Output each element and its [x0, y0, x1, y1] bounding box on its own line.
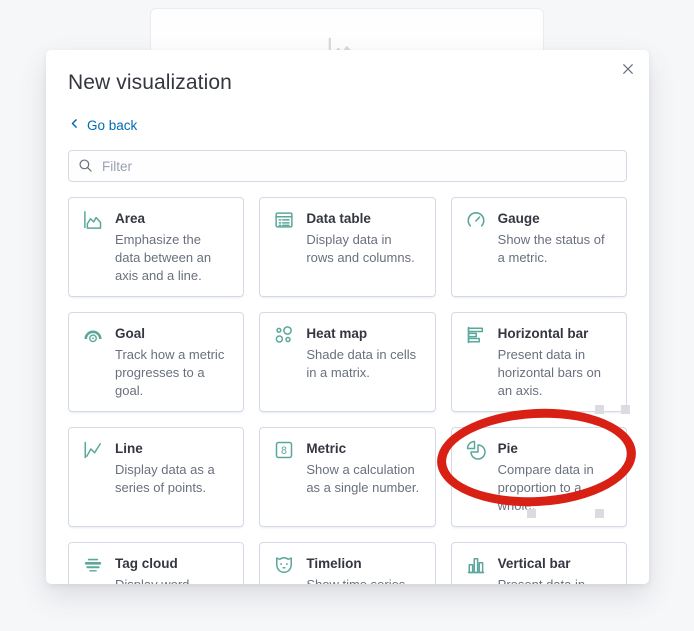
go-back-link[interactable]: Go back	[68, 117, 137, 133]
card-title: Vertical bar	[497, 556, 571, 571]
vis-card-metric[interactable]: 8 Metric Show a calculation as a single …	[259, 427, 436, 527]
pie-icon	[466, 440, 486, 460]
card-title: Data table	[306, 211, 371, 226]
card-description: Display word frequency with font size.	[115, 576, 229, 584]
vis-card-line[interactable]: Line Display data as a series of points.	[68, 427, 245, 527]
gauge-icon	[466, 210, 486, 230]
card-title: Gauge	[497, 211, 540, 226]
vis-card-horizontal-bar[interactable]: Horizontal bar Present data in horizonta…	[450, 312, 627, 412]
card-title: Horizontal bar	[497, 326, 589, 341]
card-title: Tag cloud	[115, 556, 178, 571]
card-description: Present data in vertical bars on an axis…	[498, 576, 612, 584]
data-table-icon	[274, 210, 294, 230]
heat-map-icon	[274, 325, 294, 345]
card-title: Timelion	[306, 556, 362, 571]
page-title: New visualization	[68, 71, 232, 94]
filter-input[interactable]	[68, 150, 627, 182]
vis-card-data-table[interactable]: Data table Display data in rows and colu…	[259, 197, 436, 297]
vis-card-area[interactable]: Area Emphasize the data between an axis …	[68, 197, 245, 297]
metric-icon: 8	[274, 440, 294, 460]
card-title: Heat map	[306, 326, 368, 341]
vertical-bar-icon	[466, 555, 486, 575]
card-description: Display data as a series of points.	[115, 462, 215, 495]
line-icon	[83, 440, 103, 460]
close-icon[interactable]	[618, 59, 638, 79]
card-description: Compare data in proportion to a whole.	[497, 462, 594, 513]
card-description: Track how a metric progresses to a goal.	[115, 347, 225, 398]
chevron-left-icon	[68, 117, 81, 133]
card-description: Shade data in cells in a matrix.	[306, 347, 417, 380]
timelion-icon	[274, 555, 294, 575]
new-visualization-modal: New visualization Go back Area Emphasize…	[46, 50, 649, 584]
card-description: Show a calculation as a single number.	[306, 462, 420, 495]
card-description: Display data in rows and columns.	[306, 232, 415, 265]
vis-card-goal[interactable]: Goal Track how a metric progresses to a …	[68, 312, 245, 412]
card-description: Show time series data on a graph.	[306, 576, 420, 584]
vis-card-gauge[interactable]: Gauge Show the status of a metric.	[450, 197, 627, 297]
area-icon	[83, 210, 103, 230]
vis-card-heat-map[interactable]: Heat map Shade data in cells in a matrix…	[259, 312, 436, 412]
svg-text:8: 8	[281, 445, 287, 457]
vis-card-timelion[interactable]: Timelion Show time series data on a grap…	[259, 542, 436, 584]
card-title: Goal	[115, 326, 146, 341]
card-title: Area	[115, 211, 146, 226]
card-description: Present data in horizontal bars on an ax…	[497, 347, 601, 398]
card-description: Emphasize the data between an axis and a…	[115, 232, 212, 283]
vis-card-vertical-bar[interactable]: Vertical bar Present data in vertical ba…	[450, 542, 627, 584]
card-title: Pie	[497, 441, 518, 456]
card-description: Show the status of a metric.	[497, 232, 605, 265]
vis-card-pie[interactable]: Pie Compare data in proportion to a whol…	[450, 427, 627, 527]
card-title: Line	[115, 441, 143, 456]
goal-icon	[83, 325, 103, 345]
card-title: Metric	[306, 441, 347, 456]
tag-cloud-icon	[83, 555, 103, 575]
vis-card-tag-cloud[interactable]: Tag cloud Display word frequency with fo…	[68, 542, 245, 584]
visualization-type-grid: Area Emphasize the data between an axis …	[68, 197, 627, 584]
go-back-label: Go back	[87, 117, 138, 133]
horizontal-bar-icon	[466, 325, 486, 345]
